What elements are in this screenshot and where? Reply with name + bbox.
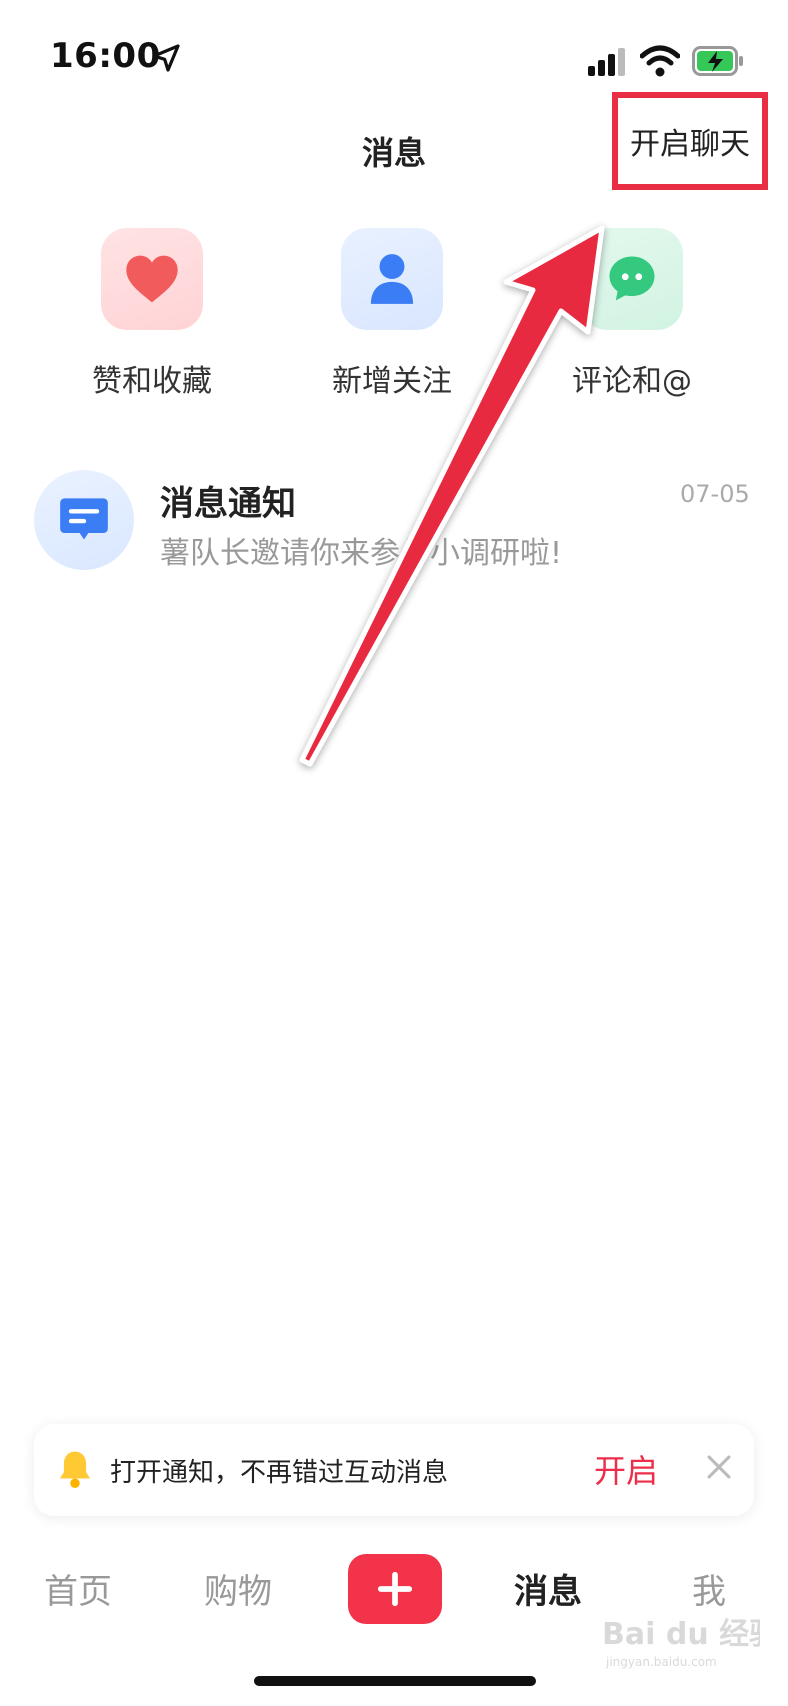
message-avatar [34, 470, 134, 570]
comments-and-mentions-entry[interactable]: 评论和@ [532, 228, 732, 400]
watermark-text: Bai du 经验 [602, 1617, 760, 1652]
comments-icon-container [581, 228, 683, 330]
notification-banner: 打开通知，不再错过互动消息 开启 [34, 1424, 754, 1516]
open-chat-label: 开启聊天 [630, 127, 750, 162]
entry-label: 赞和收藏 [92, 364, 212, 399]
new-followers-entry[interactable]: 新增关注 [292, 228, 492, 400]
entry-label: 新增关注 [332, 364, 452, 399]
tab-messages[interactable]: 消息 [514, 1564, 582, 1613]
likes-icon-container [101, 228, 203, 330]
status-time: 16:00 [50, 36, 161, 76]
message-time: 07-05 [680, 480, 750, 508]
wifi-icon [640, 45, 680, 77]
message-preview: 薯队长邀请你来参与小调研啦! [160, 536, 563, 571]
bell-icon [59, 1451, 91, 1488]
heart-icon [126, 255, 178, 303]
open-chat-button[interactable]: 开启聊天 [612, 92, 768, 190]
notification-text: 打开通知，不再错过互动消息 [110, 1458, 449, 1488]
plus-icon [377, 1571, 413, 1607]
followers-icon-container [341, 228, 443, 330]
enable-notification-button[interactable]: 开启 [594, 1446, 658, 1492]
battery-charging-icon [692, 46, 743, 76]
message-title: 消息通知 [160, 484, 296, 524]
tab-home[interactable]: 首页 [44, 1564, 112, 1613]
entry-label: 评论和@ [572, 364, 692, 399]
signal-icon [588, 48, 625, 76]
chat-bubble-icon [609, 256, 655, 301]
location-arrow-icon [152, 44, 180, 72]
home-indicator [254, 1676, 536, 1686]
close-icon[interactable] [702, 1450, 736, 1484]
publish-button[interactable] [348, 1554, 442, 1624]
notice-message-icon [60, 498, 108, 540]
person-icon [370, 254, 414, 304]
baidu-jingyan-watermark: Bai du 经验 jingyan.baidu.com [602, 1617, 760, 1669]
tab-shop[interactable]: 购物 [204, 1564, 272, 1613]
watermark-subtext: jingyan.baidu.com [605, 1655, 717, 1669]
likes-and-favorites-entry[interactable]: 赞和收藏 [52, 228, 252, 400]
